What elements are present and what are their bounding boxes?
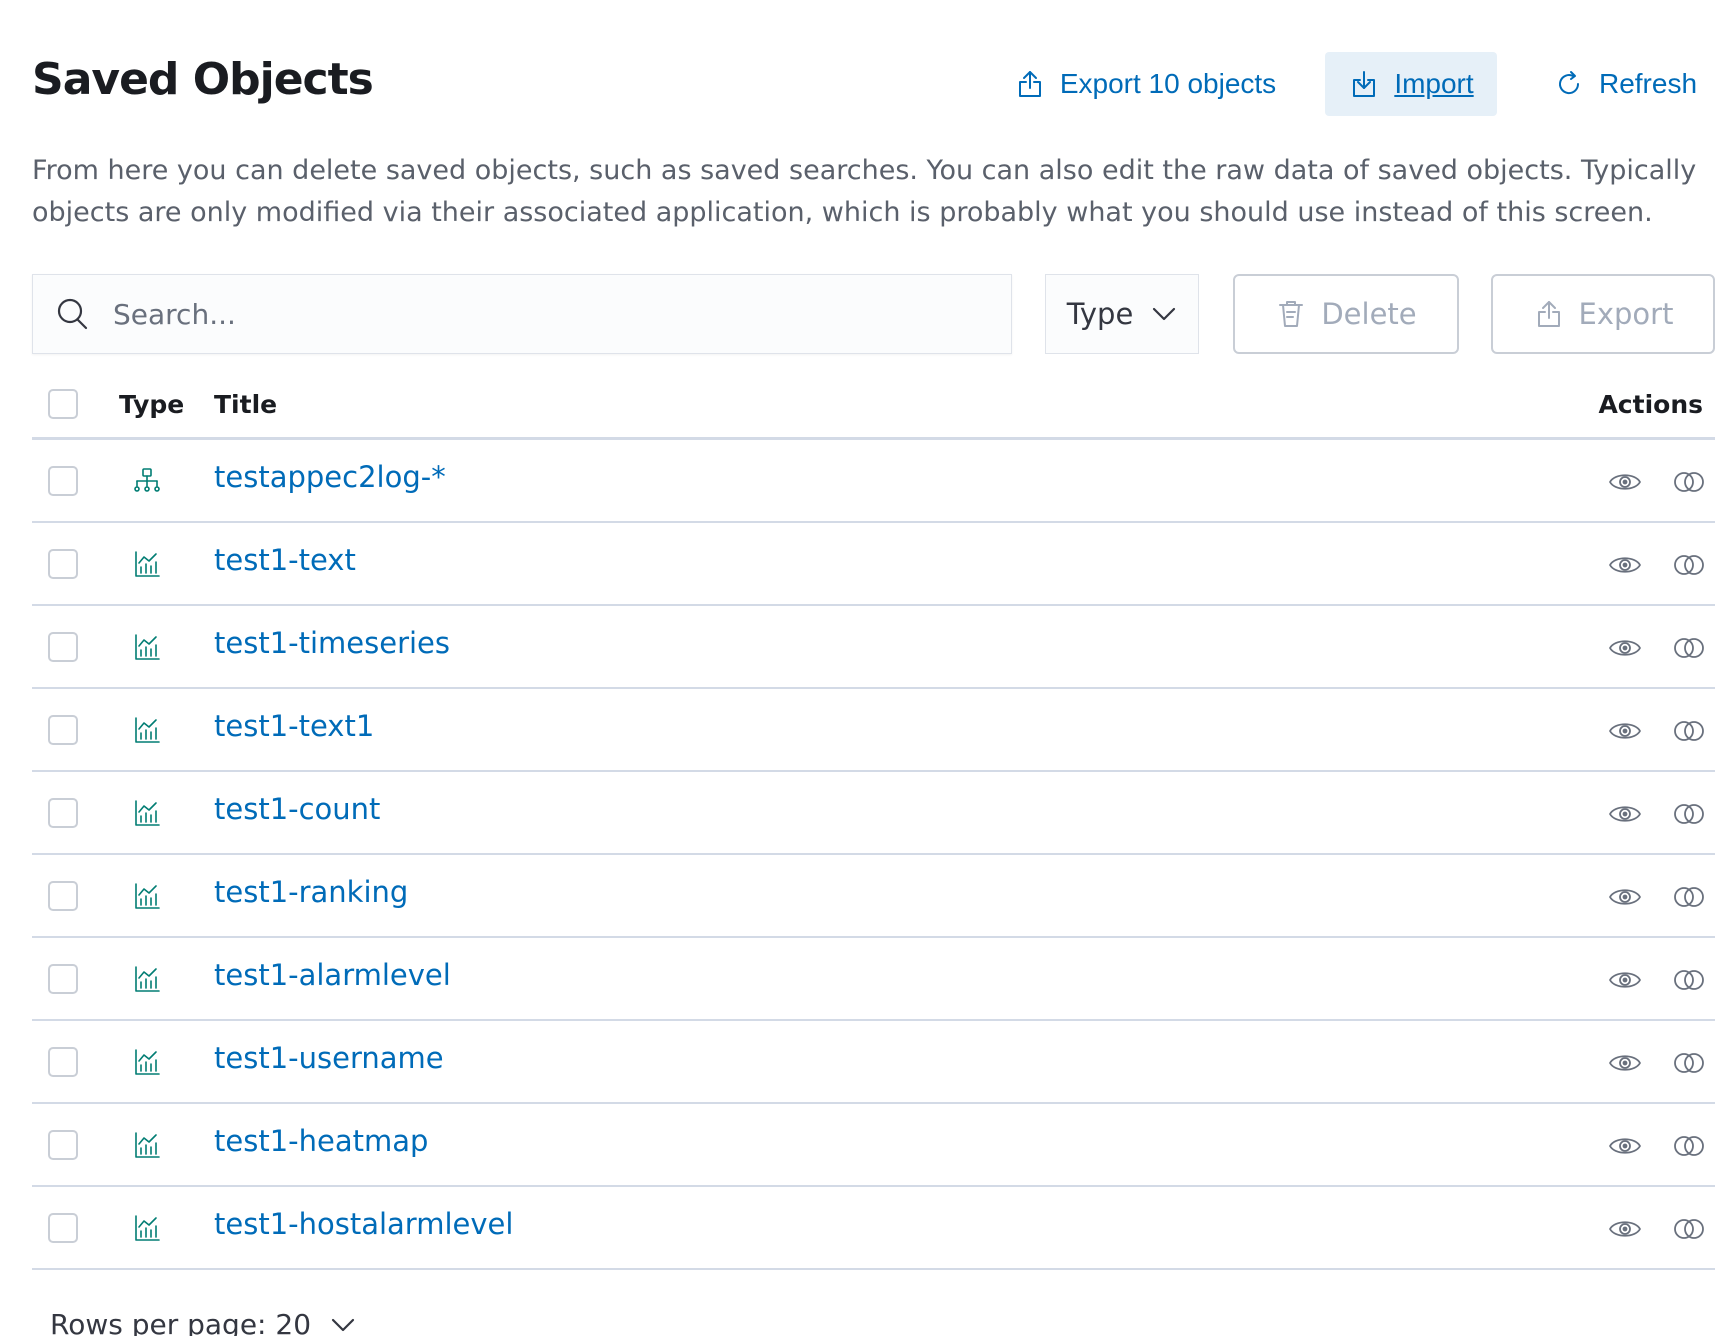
rows-per-page-label: Rows per page: 20	[50, 1308, 312, 1336]
chevron-down-icon	[331, 1318, 355, 1331]
type-filter-dropdown[interactable]: Type	[1045, 274, 1199, 354]
table-row: test1-heatmap	[32, 1104, 1715, 1187]
row-checkbox[interactable]	[48, 1047, 78, 1077]
relationships-icon[interactable]	[1672, 797, 1706, 831]
visualization-icon	[132, 798, 162, 828]
eye-icon[interactable]	[1608, 548, 1642, 582]
saved-objects-table: Type Title Actions testappec2log-* test1-…	[32, 370, 1715, 1270]
relationships-icon[interactable]	[1672, 880, 1706, 914]
search-icon	[57, 298, 88, 330]
relationships-icon[interactable]	[1672, 714, 1706, 748]
row-title-link[interactable]: test1-ranking	[214, 875, 408, 909]
eye-icon[interactable]	[1608, 1046, 1642, 1080]
import-button[interactable]: Import	[1325, 52, 1497, 116]
relationships-icon[interactable]	[1672, 548, 1706, 582]
eye-icon[interactable]	[1608, 797, 1642, 831]
row-title-link[interactable]: test1-hostalarmlevel	[214, 1207, 513, 1241]
delete-button[interactable]: Delete	[1233, 274, 1459, 354]
column-header-title[interactable]: Title	[214, 390, 277, 419]
eye-icon[interactable]	[1608, 963, 1642, 997]
type-filter-label: Type	[1066, 297, 1134, 331]
export-label: Export	[1578, 297, 1674, 331]
row-checkbox[interactable]	[48, 1130, 78, 1160]
page-description: From here you can delete saved objects, …	[32, 155, 1697, 228]
relationships-icon[interactable]	[1672, 1212, 1706, 1246]
table-row: test1-alarmlevel	[32, 938, 1715, 1021]
row-title-link[interactable]: test1-text1	[214, 709, 374, 743]
row-checkbox[interactable]	[48, 798, 78, 828]
visualization-icon	[132, 881, 162, 911]
row-checkbox[interactable]	[48, 715, 78, 745]
table-row: test1-timeseries	[32, 606, 1715, 689]
relationships-icon[interactable]	[1672, 465, 1706, 499]
row-title-link[interactable]: test1-alarmlevel	[214, 958, 451, 992]
refresh-button[interactable]: Refresh	[1545, 52, 1705, 116]
row-checkbox[interactable]	[48, 1213, 78, 1243]
refresh-icon	[1559, 71, 1579, 95]
visualization-icon	[132, 715, 162, 745]
relationships-icon[interactable]	[1672, 963, 1706, 997]
row-title-link[interactable]: testappec2log-*	[214, 460, 446, 494]
row-title-link[interactable]: test1-text	[214, 543, 356, 577]
trash-icon	[1279, 301, 1304, 327]
table-header: Type Title Actions	[32, 370, 1715, 440]
search-input[interactable]	[111, 296, 975, 332]
export-all-button[interactable]: Export 10 objects	[1000, 52, 1290, 116]
row-title-link[interactable]: test1-timeseries	[214, 626, 450, 660]
table-row: testappec2log-*	[32, 440, 1715, 523]
eye-icon[interactable]	[1608, 1129, 1642, 1163]
row-checkbox[interactable]	[48, 881, 78, 911]
row-title-link[interactable]: test1-count	[214, 792, 380, 826]
table-row: test1-count	[32, 772, 1715, 855]
rows-per-page-selector[interactable]: Rows per page: 20	[50, 1308, 357, 1336]
relationships-icon[interactable]	[1672, 1046, 1706, 1080]
table-row: test1-username	[32, 1021, 1715, 1104]
import-label: Import	[1394, 68, 1474, 99]
row-checkbox[interactable]	[48, 964, 78, 994]
row-title-link[interactable]: test1-heatmap	[214, 1124, 428, 1158]
column-header-type[interactable]: Type	[119, 390, 184, 419]
visualization-icon	[132, 964, 162, 994]
table-row: test1-hostalarmlevel	[32, 1187, 1715, 1270]
table-body: testappec2log-* test1-text test1-timeserie…	[32, 440, 1715, 1270]
index-pattern-icon	[132, 466, 162, 496]
search-box[interactable]	[32, 274, 1012, 354]
eye-icon[interactable]	[1608, 714, 1642, 748]
delete-label: Delete	[1321, 297, 1417, 331]
export-icon	[1018, 71, 1041, 97]
eye-icon[interactable]	[1608, 465, 1642, 499]
table-row: test1-ranking	[32, 855, 1715, 938]
visualization-icon	[132, 1213, 162, 1243]
table-row: test1-text1	[32, 689, 1715, 772]
table-row: test1-text	[32, 523, 1715, 606]
row-checkbox[interactable]	[48, 466, 78, 496]
visualization-icon	[132, 1130, 162, 1160]
export-icon	[1537, 301, 1560, 327]
eye-icon[interactable]	[1608, 1212, 1642, 1246]
eye-icon[interactable]	[1608, 631, 1642, 665]
saved-objects-page: Saved Objects Export 10 objects Import R…	[0, 0, 1720, 1336]
chevron-down-icon	[1153, 307, 1176, 321]
relationships-icon[interactable]	[1672, 1129, 1706, 1163]
export-selected-button[interactable]: Export	[1491, 274, 1715, 354]
row-title-link[interactable]: test1-username	[214, 1041, 444, 1075]
visualization-icon	[132, 549, 162, 579]
row-checkbox[interactable]	[48, 549, 78, 579]
export-all-label: Export 10 objects	[1059, 68, 1277, 99]
column-header-actions: Actions	[1598, 390, 1703, 419]
visualization-icon	[132, 1047, 162, 1077]
header-actions: Export 10 objects Import Refresh	[0, 52, 1720, 116]
refresh-label: Refresh	[1598, 68, 1698, 99]
relationships-icon[interactable]	[1672, 631, 1706, 665]
eye-icon[interactable]	[1608, 880, 1642, 914]
row-checkbox[interactable]	[48, 632, 78, 662]
import-icon	[1353, 71, 1376, 97]
visualization-icon	[132, 632, 162, 662]
select-all-checkbox[interactable]	[48, 389, 78, 419]
